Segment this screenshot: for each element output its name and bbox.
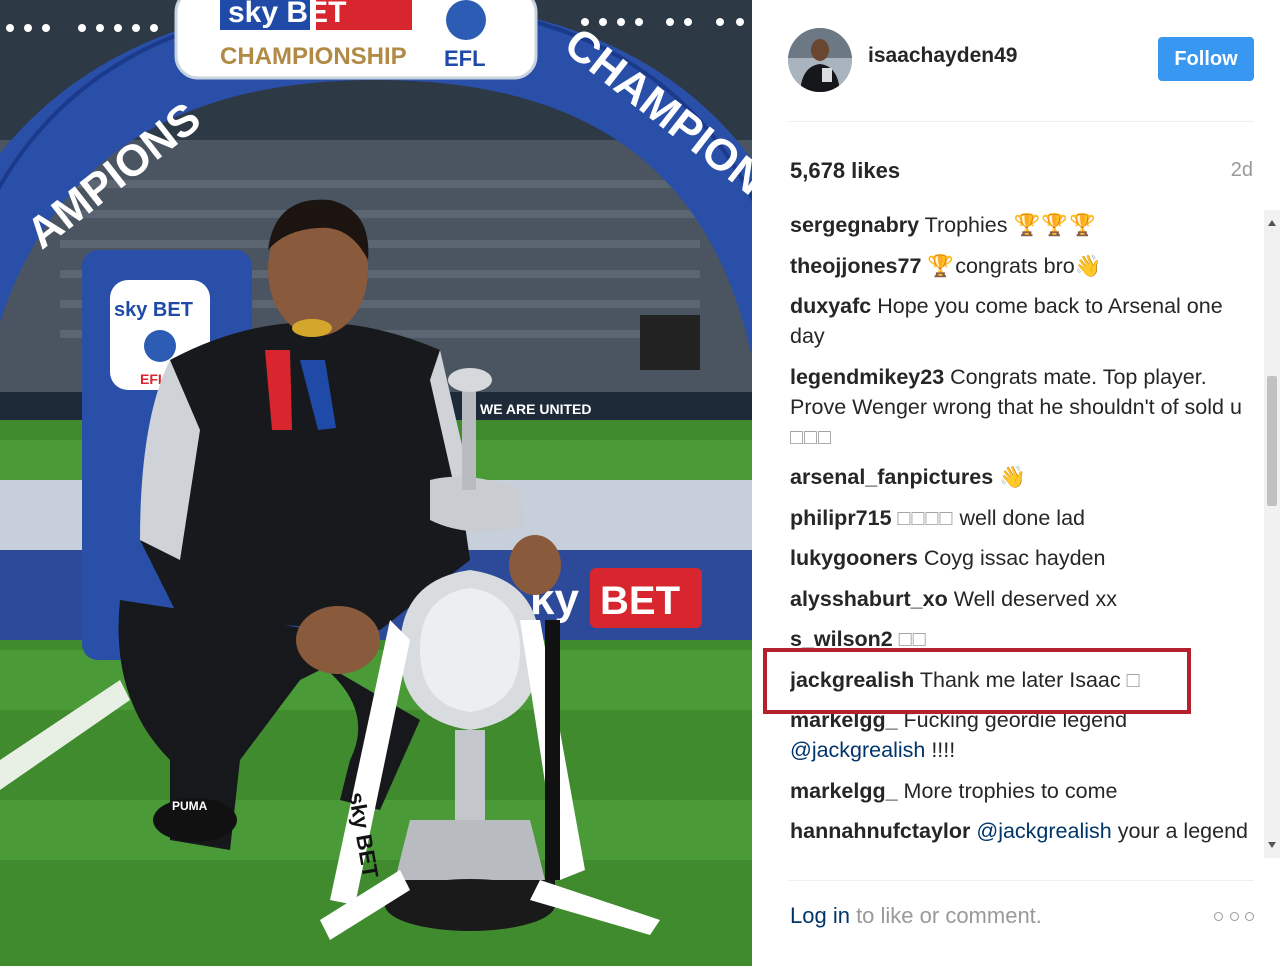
post-timestamp[interactable]: 2d xyxy=(1231,159,1253,182)
comment-emoji: □□□ xyxy=(790,424,832,449)
comments-scrollbar[interactable] xyxy=(1264,210,1280,858)
comment-text: congrats bro xyxy=(955,253,1075,278)
comment-text: Thank me later Isaac xyxy=(914,667,1127,692)
comment-item: arsenal_fanpictures 👋 xyxy=(790,462,1250,492)
scroll-up-arrow-icon[interactable] xyxy=(1268,220,1276,226)
comment-text: well done lad xyxy=(953,505,1085,530)
comment-username[interactable]: lukygooners xyxy=(790,546,918,570)
comment-emoji: 🏆 xyxy=(927,253,956,278)
comment-item: markelgg_ Fucking geordie legend @jackgr… xyxy=(790,705,1250,765)
comment-username[interactable]: duxyafc xyxy=(790,294,871,318)
comment-item: duxyafc Hope you come back to Arsenal on… xyxy=(790,291,1250,351)
shoe-text: PUMA xyxy=(172,799,208,813)
board-text: WE ARE UNITED xyxy=(480,401,591,417)
comment-item: markelgg_ More trophies to come xyxy=(790,776,1250,806)
likes-count[interactable]: 5,678 likes xyxy=(790,158,900,184)
login-link[interactable]: Log in xyxy=(790,903,850,928)
more-options-icon[interactable] xyxy=(1214,911,1254,921)
comment-emoji: □□ xyxy=(898,627,927,651)
comment-username[interactable]: theojjones77 xyxy=(790,254,921,278)
comment-emoji: □□□□ xyxy=(897,505,954,530)
comment-text: Trophies xyxy=(919,213,1014,237)
banner-efl-text: EFL xyxy=(444,46,486,71)
board-bet: BET xyxy=(600,579,680,623)
comment-emoji: 👋 xyxy=(1074,253,1103,278)
comment-text: Fucking geordie legend xyxy=(897,708,1128,732)
comment-item: s_wilson2 □□ xyxy=(790,624,1250,654)
banner-top-text: sky BET xyxy=(228,0,346,29)
comment-text: Well deserved xx xyxy=(947,586,1118,611)
post-photo[interactable]: WE ARE UNITED BET ky AMPIONS CHAMPIONS s… xyxy=(0,0,752,966)
comment-text: Coyg issac hayden xyxy=(917,546,1106,570)
comment-username[interactable]: legendmikey23 xyxy=(790,365,944,389)
comment-mention-link[interactable]: @jackgrealish xyxy=(790,738,925,762)
comment-username[interactable]: philipr715 xyxy=(790,506,892,530)
scroll-down-arrow-icon[interactable] xyxy=(1268,842,1276,848)
comment-item: philipr715 □□□□ well done lad xyxy=(790,503,1250,533)
comment-text: More trophies to come xyxy=(897,778,1118,803)
comment-username[interactable]: alysshaburt_xo xyxy=(790,587,948,611)
comment-emoji: 👋 xyxy=(999,465,1027,489)
comment-emoji: 🏆🏆🏆 xyxy=(1013,213,1097,237)
follow-button[interactable]: Follow xyxy=(1158,37,1254,81)
comment-username[interactable]: s_wilson2 xyxy=(790,627,893,651)
pillar-sky-text: sky BET xyxy=(114,299,193,321)
comments-list[interactable]: sergegnabry Trophies 🏆🏆🏆 theojjones77 🏆co… xyxy=(790,210,1268,858)
comment-text: !!!! xyxy=(925,738,956,762)
comment-mention-link[interactable]: @jackgrealish xyxy=(976,819,1111,843)
comment-item: lukygooners Coyg issac hayden xyxy=(790,543,1250,573)
post-header: isaachayden49 Follow xyxy=(788,24,1254,122)
comment-text: your a legend xyxy=(1111,819,1248,843)
comment-item: theojjones77 🏆congrats bro👋 xyxy=(790,251,1250,281)
login-prompt-text: to like or comment. xyxy=(849,903,1042,928)
comment-item: hannahnufctaylor @jackgrealish your a le… xyxy=(790,816,1250,846)
comment-username[interactable]: hannahnufctaylor xyxy=(790,819,970,843)
comment-item: alysshaburt_xo Well deserved xx xyxy=(790,584,1250,614)
likes-row: 5,678 likes 2d xyxy=(790,156,1253,188)
comment-username[interactable]: jackgrealish xyxy=(790,668,914,692)
comment-item: legendmikey23 Congrats mate. Top player.… xyxy=(790,362,1250,452)
comment-item: sergegnabry Trophies 🏆🏆🏆 xyxy=(790,210,1250,240)
username-link[interactable]: isaachayden49 xyxy=(868,44,1017,68)
comment-item: jackgrealish Thank me later Isaac □ xyxy=(790,665,1250,695)
scrollbar-thumb[interactable] xyxy=(1267,376,1277,506)
comment-username[interactable]: markelgg_ xyxy=(790,708,898,732)
banner-sub-text: CHAMPIONSHIP xyxy=(220,43,407,70)
post-footer: Log in to like or comment. xyxy=(788,880,1254,940)
avatar[interactable] xyxy=(788,28,852,92)
comment-username[interactable]: markelgg_ xyxy=(790,779,898,803)
comment-emoji: □ xyxy=(1126,667,1141,692)
post-details-panel: isaachayden49 Follow 5,678 likes 2d serg… xyxy=(752,0,1280,966)
comment-username[interactable]: arsenal_fanpictures xyxy=(790,465,993,489)
comment-username[interactable]: sergegnabry xyxy=(790,213,919,237)
login-prompt: Log in to like or comment. xyxy=(790,903,1042,929)
